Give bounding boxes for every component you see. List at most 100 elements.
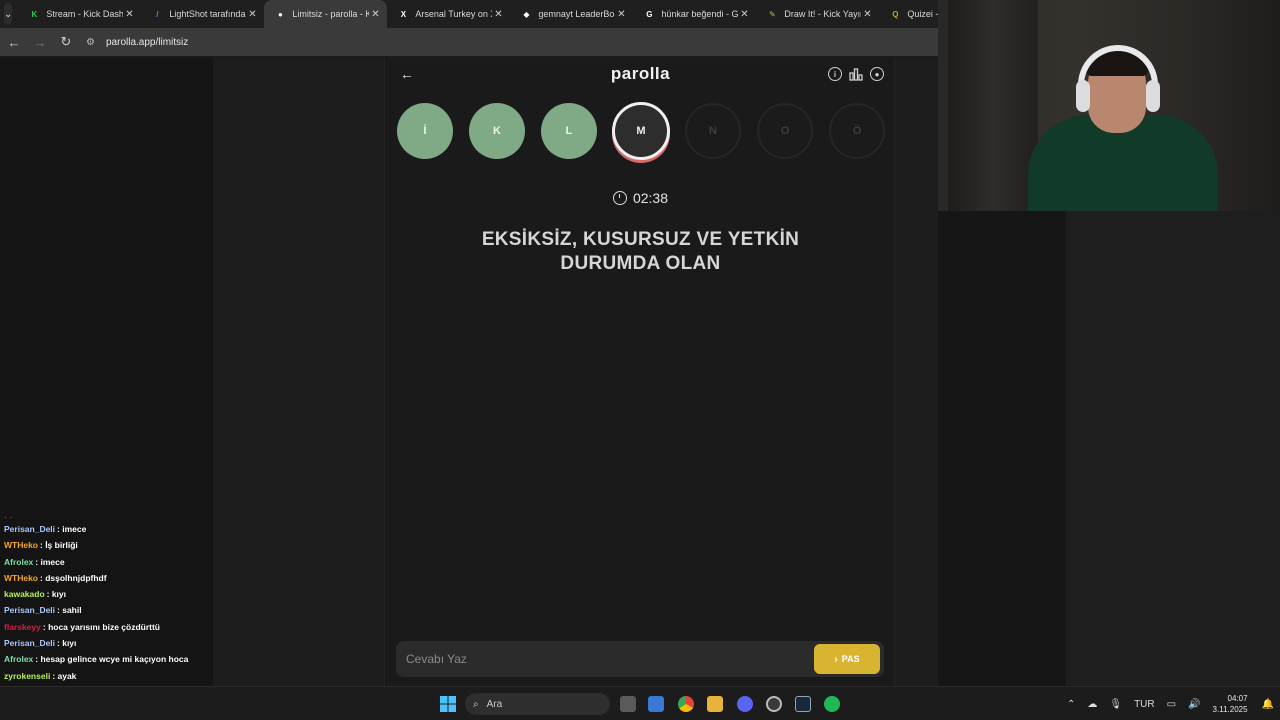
tab-label: Draw It! - Kick Yayınla [784, 9, 861, 19]
tab-label: gemnayt LeaderBoar [538, 9, 616, 19]
chat-message: zyrokenseli: ayak [4, 671, 212, 687]
windows-start-icon[interactable] [440, 696, 456, 712]
taskbar-clock[interactable]: 04:07 3.11.2025 [1213, 693, 1248, 715]
browser-tab[interactable]: / LightShot tarafından ✕ [141, 0, 264, 28]
browser-tab[interactable]: ◆ gemnayt LeaderBoar ✕ [510, 0, 633, 28]
discord-icon[interactable] [737, 696, 753, 712]
tab-close-icon[interactable]: ✕ [492, 9, 504, 20]
tab-close-icon[interactable]: ✕ [246, 9, 258, 20]
timer: 02:38 [385, 190, 896, 206]
question-line-2: DURUMDA OLAN [560, 253, 721, 274]
chat-username: flarskeyy [4, 621, 41, 632]
browser-tab[interactable]: Ghünkar beğendi - Go ✕ [633, 0, 756, 28]
letter-circle: L [541, 103, 597, 159]
browser-tab[interactable]: K Stream - Kick Dashbo✕ [18, 0, 141, 28]
system-tray: ⌃ ☁ 🎙 TUR ▭ 🔊 04:07 3.11.2025 🔔 [1061, 687, 1280, 720]
tab-favicon-icon: Q [892, 9, 899, 19]
chat-username: Perisan_Deli [4, 638, 56, 649]
browser-tab[interactable]: ✎ Draw It! - Kick Yayınla✕ [756, 0, 879, 28]
chat-text: : dsşolhnjdpfhdf [40, 572, 107, 583]
question-text: EKSİKSİZ, KUSURSUZ VE YETKİN DURUMDA OLA… [445, 228, 836, 276]
address-bar[interactable]: ⚙ parolla.app/limitsiz [86, 31, 906, 53]
chat-username: WTHeko [4, 572, 38, 583]
volume-icon[interactable]: 🔊 [1188, 699, 1200, 710]
chat-text: : hoca yarısını bize çözdürttü [42, 621, 161, 632]
app-icon[interactable] [766, 696, 782, 712]
chat-message: Afrolex: hesap gelince wcye mi kaçıyon h… [4, 654, 212, 670]
clock-icon [612, 191, 627, 205]
store-icon[interactable] [648, 696, 664, 712]
tab-close-icon[interactable]: ✕ [123, 9, 135, 20]
tab-label: Stream - Kick Dashbo [46, 9, 124, 19]
info-icon[interactable]: i [828, 67, 842, 81]
tab-favicon-icon: G [646, 9, 653, 19]
tab-close-icon[interactable]: ✕ [615, 9, 627, 20]
letter-circle: Ö [829, 103, 885, 159]
spotify-icon[interactable] [824, 696, 840, 712]
headset-ear-left [1076, 80, 1090, 112]
chat-text: : imece [35, 556, 65, 567]
tab-favicon-icon: / [156, 9, 159, 19]
tab-close-icon[interactable]: ✕ [369, 9, 381, 20]
site-info-icon[interactable]: ⚙ [86, 37, 100, 48]
tab-favicon-icon: ● [277, 9, 283, 19]
letter-circle: İ [397, 103, 453, 159]
folder-icon[interactable] [707, 696, 723, 712]
clock-date: 3.11.2025 [1212, 705, 1248, 714]
chat-text: : kıyı [57, 638, 77, 649]
chat-text: : İş birliği [40, 540, 78, 551]
chat-text: : ayak [52, 670, 77, 681]
tab-close-icon[interactable]: ✕ [738, 9, 750, 20]
pass-label: PAS [841, 654, 860, 664]
network-icon[interactable]: ▭ [1167, 699, 1176, 710]
browser-toolbar: ← → ↻ ⚙ parolla.app/limitsiz [0, 28, 938, 56]
tab-label: Limitsiz - parolla - Ke [292, 9, 370, 19]
chat-message: Perisan_Deli: kıyı [4, 638, 212, 654]
chat-text: : hesap gelince wcye mi kaçıyon hoca [35, 654, 189, 665]
chat-message: Perisan_Deli: sahil [4, 605, 212, 621]
pass-button[interactable]: › PAS [814, 644, 880, 674]
user-icon[interactable]: ● [870, 67, 884, 81]
chat-username: kawakado [4, 589, 45, 600]
chrome-icon[interactable] [678, 696, 694, 712]
stats-icon[interactable] [849, 67, 863, 81]
tab-favicon-icon: ◆ [523, 9, 530, 19]
cloud-icon[interactable]: ☁ [1087, 699, 1097, 710]
answer-bar: › PAS [396, 641, 884, 677]
chat-message: WTHeko: İş birliği [4, 540, 212, 556]
language-indicator[interactable]: TUR [1134, 699, 1155, 710]
tab-favicon-icon: X [400, 9, 407, 19]
tab-label: Arsenal Turkey on X: [415, 9, 493, 19]
chat-ellipsis: · · [4, 512, 13, 522]
reload-icon[interactable]: ↻ [54, 30, 78, 54]
chevron-up-icon[interactable]: ⌃ [1067, 699, 1075, 710]
search-label: Ara [486, 698, 503, 710]
chat-username: Perisan_Deli [4, 524, 56, 534]
back-icon[interactable]: ← [2, 30, 26, 54]
chat-message: Perisan_Deli: imece [4, 524, 212, 540]
taskbar: ⌕ Ara ⌃ ☁ 🎙 TUR ▭ 🔊 04:07 3.11.2025 🔔 [0, 686, 1280, 720]
chat-message: flarskeyy: hoca yarısını bize çözdürttü [4, 622, 212, 638]
tab-favicon-icon: K [31, 9, 38, 19]
microphone-icon[interactable]: 🎙 [1109, 699, 1122, 710]
task-view-icon[interactable] [620, 696, 636, 712]
game-card: ← parolla i ● İKLMNOÖ 02:38 EKSİKSİZ, KU… [384, 58, 895, 686]
search-icon: ⌕ [473, 698, 479, 710]
url-text: parolla.app/limitsiz [106, 36, 189, 48]
notification-bell-icon[interactable]: 🔔 [1262, 699, 1274, 710]
chat-username: Afrolex [4, 556, 34, 567]
chat-message: kawakado: kıyı [4, 589, 212, 605]
steam-icon[interactable] [795, 696, 811, 712]
letter-circle: O [757, 103, 813, 159]
browser-tab[interactable]: ● Limitsiz - parolla - Ke ✕ [264, 0, 388, 28]
forward-icon[interactable]: → [28, 30, 52, 54]
chat-text: : sahil [57, 605, 82, 616]
taskbar-search[interactable]: ⌕ Ara [465, 693, 610, 715]
answer-input[interactable] [396, 641, 796, 677]
tab-search-button[interactable]: ⌄ [4, 3, 13, 25]
headset-ear-right [1146, 80, 1160, 112]
browser-tab[interactable]: X Arsenal Turkey on X: ✕ [387, 0, 510, 28]
clock-time: 04:07 [1227, 694, 1248, 703]
letter-circles: İKLMNOÖ [397, 102, 887, 163]
tab-close-icon[interactable]: ✕ [861, 9, 873, 20]
